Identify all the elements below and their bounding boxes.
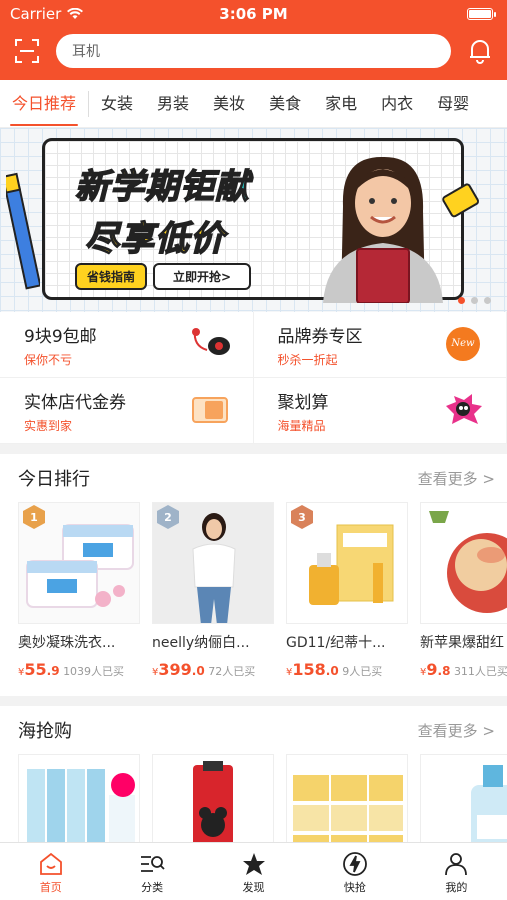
view-more-link[interactable]: 查看更多 > <box>418 720 495 741</box>
product-card[interactable] <box>152 754 274 856</box>
tabbar-label: 首页 <box>39 880 62 894</box>
tab-underwear[interactable]: 内衣 <box>369 80 425 127</box>
banner-subheadline: 尽享低价 <box>84 218 225 260</box>
section-title: 海抢购 <box>18 721 72 742</box>
product-name: 奥妙凝珠洗衣... <box>18 635 116 651</box>
sold-count: 1039人已买 <box>63 665 125 678</box>
sold-count: 72人已买 <box>208 665 256 678</box>
product-price: 399.0 <box>158 660 205 679</box>
star-icon <box>242 852 265 875</box>
product-name: neelly纳俪白... <box>152 635 250 651</box>
sold-count: 9人已买 <box>342 665 383 678</box>
carousel-dots <box>458 297 491 304</box>
tabbar-category[interactable]: 分类 <box>101 843 202 900</box>
category-icon <box>141 855 165 872</box>
carrier-label: Carrier <box>10 5 62 23</box>
product-image <box>420 502 507 624</box>
tab-food[interactable]: 美食 <box>257 80 313 127</box>
ranking-section: 今日排行 查看更多 > 1 奥妙凝珠洗衣... ¥55.9 1039人已买 2 … <box>0 454 507 696</box>
earphone-icon <box>191 328 230 355</box>
wifi-icon <box>67 8 84 19</box>
product-card[interactable] <box>18 754 140 856</box>
mascot-icon <box>446 394 482 424</box>
tab-men[interactable]: 男装 <box>145 80 201 127</box>
tabbar-flash[interactable]: 快抢 <box>304 843 405 900</box>
scan-icon[interactable] <box>12 36 42 66</box>
product-price-row: ¥55.9 1039人已买 <box>18 660 140 679</box>
banner-guide-button[interactable]: 省钱指南 <box>75 263 148 290</box>
sold-count: 311人已买 <box>453 665 507 678</box>
tabbar-discover[interactable]: 发现 <box>203 843 304 900</box>
product-price: 158.0 <box>292 660 339 679</box>
quick-entry-juhuasuan[interactable]: 聚划算 海量精品 <box>253 378 507 444</box>
quick-entry-brand-coupon[interactable]: 品牌券专区 秒杀一折起 New <box>253 312 507 378</box>
banner-headline: 新学期钜献 <box>74 166 250 208</box>
tabbar-label: 我的 <box>445 880 468 894</box>
product-image <box>152 754 274 856</box>
product-card[interactable] <box>286 754 408 856</box>
product-image: 1 <box>18 502 140 624</box>
product-image: 2 <box>152 502 274 624</box>
tabbar-home[interactable]: 首页 <box>0 843 101 900</box>
search-placeholder: 耳机 <box>72 44 100 60</box>
status-bar: Carrier 3:06 PM <box>0 0 507 28</box>
top-bar: Carrier 3:06 PM 耳机 <box>0 0 507 80</box>
student-girl-image <box>323 156 443 303</box>
bottom-tab-bar: 首页 分类 发现 快抢 我的 <box>0 842 507 900</box>
product-name: 新苹果爆甜红 <box>420 635 504 651</box>
coupon-icon <box>191 397 228 423</box>
tabbar-profile[interactable]: 我的 <box>406 843 507 900</box>
section-title: 今日排行 <box>18 469 90 490</box>
product-card[interactable]: 2 neelly纳俪白... ¥399.0 72人已买 <box>152 502 274 679</box>
tabbar-label: 快抢 <box>343 880 366 894</box>
svg-text:New: New <box>450 338 475 349</box>
view-more-link[interactable]: 查看更多 > <box>418 468 495 489</box>
product-card[interactable] <box>420 754 507 856</box>
product-price: 9.8 <box>426 660 451 679</box>
quick-entry-store-voucher[interactable]: 实体店代金券 实惠到家 <box>0 378 254 444</box>
tabbar-label: 分类 <box>141 880 164 894</box>
pencil-icon <box>6 172 40 290</box>
product-price: 55.9 <box>24 660 60 679</box>
product-price-row: ¥158.0 9人已买 <box>286 660 408 679</box>
clip-icon <box>442 183 480 218</box>
status-time: 3:06 PM <box>219 5 288 23</box>
tab-women[interactable]: 女装 <box>89 80 145 127</box>
product-card[interactable]: 1 奥妙凝珠洗衣... ¥55.9 1039人已买 <box>18 502 140 679</box>
product-image: 3 <box>286 502 408 624</box>
new-badge-icon: New <box>446 327 480 361</box>
product-price-row: ¥399.0 72人已买 <box>152 660 274 679</box>
banner-buy-button[interactable]: 立即开抢> <box>153 263 252 290</box>
tab-baby[interactable]: 母婴 <box>425 80 481 127</box>
product-card[interactable]: 新苹果爆甜红 ¥9.8 311人已买 <box>420 502 507 679</box>
search-input[interactable]: 耳机 <box>56 34 451 68</box>
product-image <box>420 754 507 856</box>
quick-entry-free-shipping[interactable]: 9块9包邮 保你不亏 <box>0 312 254 378</box>
tab-today[interactable]: 今日推荐 <box>0 80 88 127</box>
bell-icon[interactable] <box>465 36 495 66</box>
overseas-section: 海抢购 查看更多 > <box>0 706 507 856</box>
tab-beauty[interactable]: 美妆 <box>201 80 257 127</box>
banner-card: 新学期钜献 尽享低价 省钱指南 立即开抢> <box>42 138 480 303</box>
tabbar-label: 发现 <box>242 880 265 894</box>
category-tabs: 今日推荐 女装 男装 美妆 美食 家电 内衣 母婴 <box>0 80 507 128</box>
tab-appliance[interactable]: 家电 <box>313 80 369 127</box>
user-icon <box>445 852 468 875</box>
promo-banner[interactable]: 新学期钜献 尽享低价 省钱指南 立即开抢> <box>0 128 507 312</box>
product-card[interactable]: 3 GD11/纪蒂十... ¥158.0 9人已买 <box>286 502 408 679</box>
product-name: GD11/纪蒂十... <box>286 635 386 651</box>
product-price-row: ¥9.8 311人已买 <box>420 660 507 679</box>
product-image <box>18 754 140 856</box>
lightning-icon <box>343 851 367 876</box>
home-icon <box>39 852 62 875</box>
battery-icon <box>467 8 496 20</box>
product-image <box>286 754 408 856</box>
quick-entries: 9块9包邮 保你不亏 品牌券专区 秒杀一折起 New 实体店代金券 实惠到家 聚… <box>0 312 507 444</box>
